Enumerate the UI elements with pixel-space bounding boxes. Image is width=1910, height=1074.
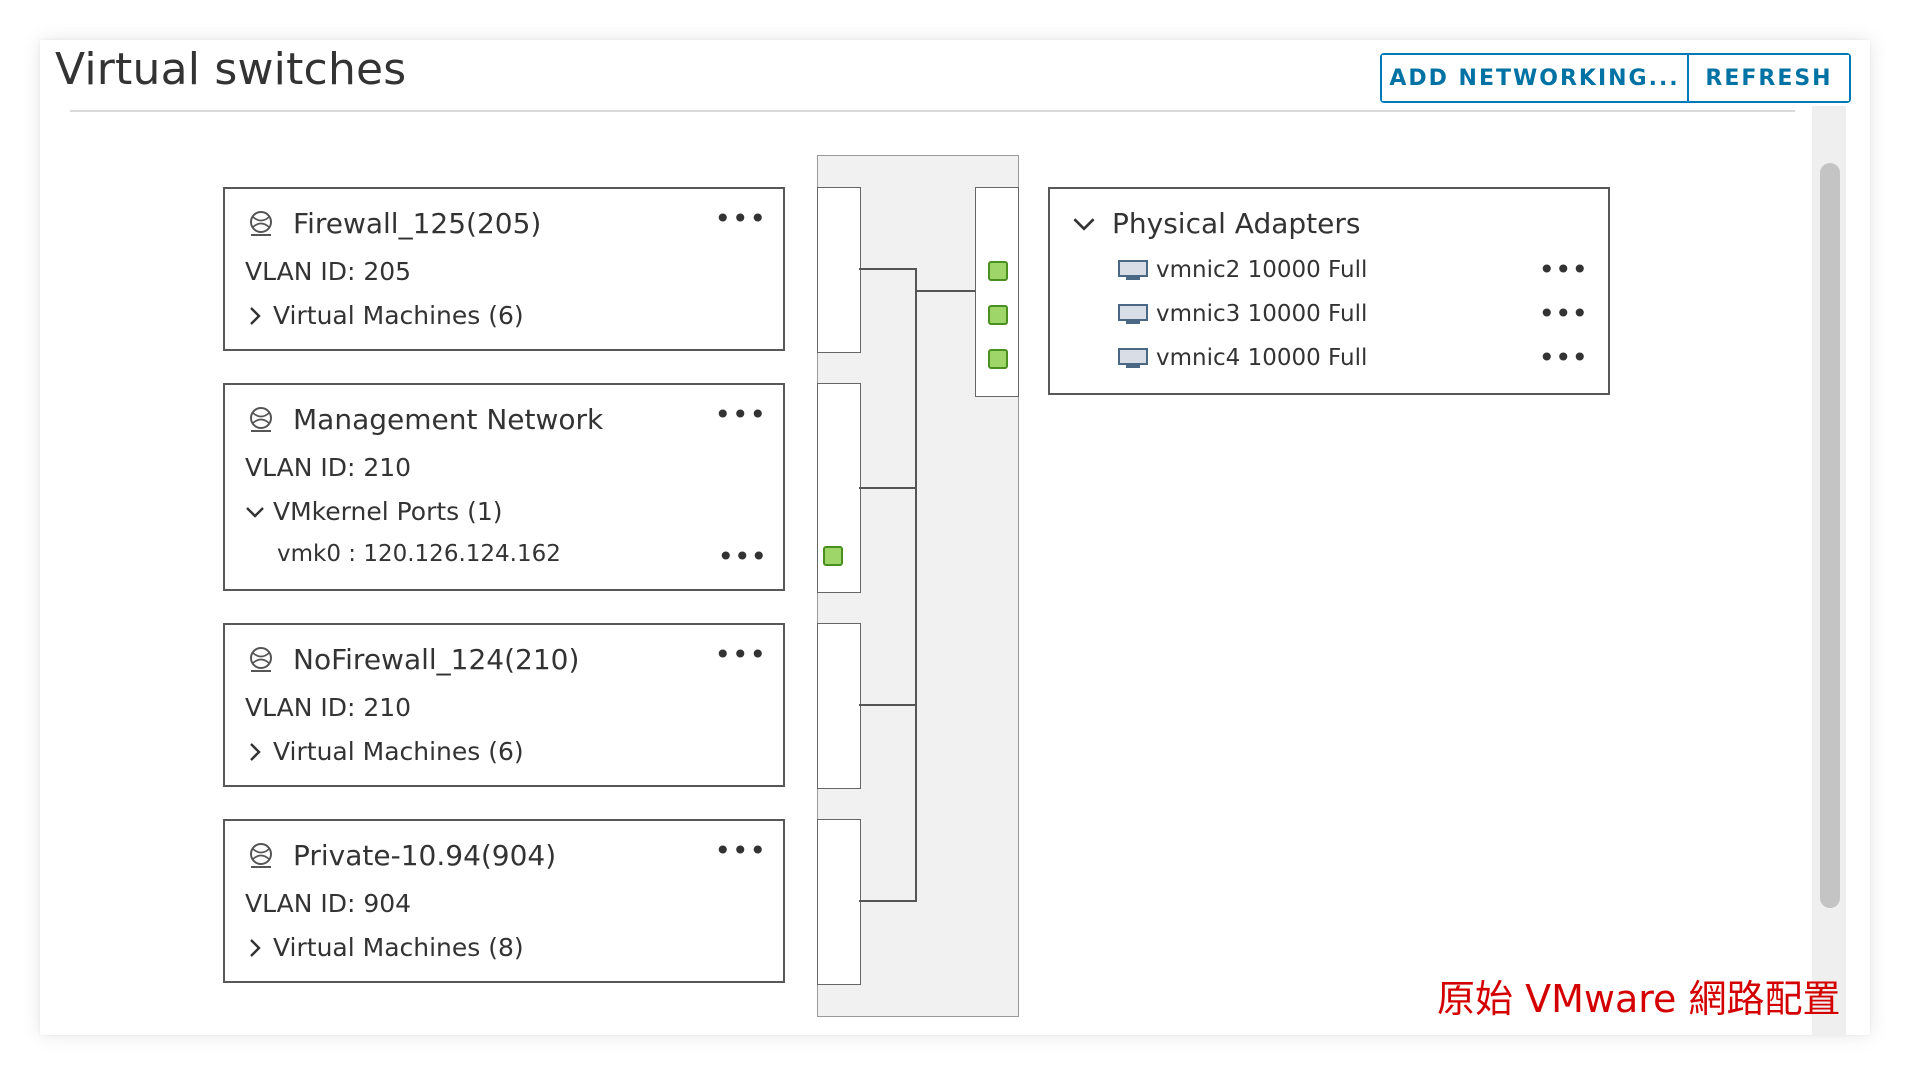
- vmk-more-actions-button[interactable]: •••: [717, 543, 767, 571]
- chevron-down-icon: [1073, 217, 1095, 231]
- network-globe-icon: [250, 842, 272, 868]
- port-icon: [823, 546, 843, 566]
- port-group-title: NoFirewall_124(210): [247, 643, 579, 676]
- more-actions-button[interactable]: •••: [714, 641, 767, 669]
- expander-label: Virtual Machines (6): [273, 301, 524, 330]
- more-actions-button[interactable]: •••: [714, 205, 767, 233]
- network-globe-icon: [250, 646, 272, 672]
- port-group-name: Management Network: [293, 403, 604, 436]
- uplink-line: [915, 290, 975, 292]
- port-group-connector: [817, 187, 861, 353]
- port-group-title: Management Network: [247, 403, 603, 436]
- connector-line: [859, 487, 917, 489]
- virtual-machines-expander[interactable]: Virtual Machines (6): [245, 301, 524, 330]
- chevron-down-icon: [246, 506, 264, 518]
- port-icon: [988, 261, 1008, 281]
- physical-adapters-toggle[interactable]: Physical Adapters: [1072, 207, 1360, 240]
- port-group-connector: [817, 623, 861, 789]
- more-actions-button[interactable]: •••: [714, 837, 767, 865]
- virtual-machines-expander[interactable]: Virtual Machines (8): [245, 933, 524, 962]
- virtual-machines-expander[interactable]: Virtual Machines (6): [245, 737, 524, 766]
- vmkernel-ports-expander[interactable]: VMkernel Ports (1): [245, 497, 503, 526]
- scrollbar-thumb[interactable]: [1820, 163, 1840, 908]
- expander-label: Virtual Machines (6): [273, 737, 524, 766]
- port-group-title: Private-10.94(904): [247, 839, 556, 872]
- chevron-right-icon: [250, 938, 261, 957]
- chevron-right-icon: [250, 742, 261, 761]
- vlan-id: VLAN ID: 210: [245, 453, 412, 482]
- connector-line: [859, 704, 917, 706]
- physical-adapters-card: Physical Adapters vmnic2 10000 Full ••• …: [1048, 187, 1610, 395]
- adapter-more-actions-button[interactable]: •••: [1538, 300, 1588, 328]
- toolbar: ADD NETWORKING... REFRESH: [1380, 53, 1851, 103]
- more-actions-button[interactable]: •••: [714, 401, 767, 429]
- add-networking-button[interactable]: ADD NETWORKING...: [1382, 55, 1689, 101]
- port-group-connector: [817, 819, 861, 985]
- network-adapter-icon: [1118, 304, 1148, 324]
- port-group-card: Management Network ••• VLAN ID: 210 VMke…: [223, 383, 785, 591]
- physical-adapter-item[interactable]: vmnic3 10000 Full •••: [1118, 300, 1588, 328]
- refresh-button[interactable]: REFRESH: [1689, 55, 1849, 101]
- adapter-label: vmnic2 10000 Full: [1156, 257, 1368, 283]
- network-globe-icon: [250, 210, 272, 236]
- adapter-label: vmnic3 10000 Full: [1156, 301, 1368, 327]
- chevron-right-icon: [250, 306, 261, 325]
- port-group-name: Firewall_125(205): [293, 207, 542, 240]
- port-group-card: Private-10.94(904) ••• VLAN ID: 904 Virt…: [223, 819, 785, 983]
- port-group-card: Firewall_125(205) ••• VLAN ID: 205 Virtu…: [223, 187, 785, 351]
- network-globe-icon: [250, 406, 272, 432]
- port-group-card: NoFirewall_124(210) ••• VLAN ID: 210 Vir…: [223, 623, 785, 787]
- vlan-id: VLAN ID: 904: [245, 889, 412, 918]
- adapter-more-actions-button[interactable]: •••: [1538, 256, 1588, 284]
- caption-text: 原始 VMware 網路配置: [1437, 977, 1841, 1021]
- connector-trunk: [915, 268, 917, 902]
- header-divider: [70, 110, 1795, 112]
- vmkernel-port-item: vmk0 : 120.126.124.162: [277, 541, 561, 567]
- expander-label: Virtual Machines (8): [273, 933, 524, 962]
- physical-adapters-title: Physical Adapters: [1112, 207, 1361, 240]
- physical-adapter-item[interactable]: vmnic4 10000 Full •••: [1118, 344, 1588, 372]
- physical-adapter-item[interactable]: vmnic2 10000 Full •••: [1118, 256, 1588, 284]
- page-title: Virtual switches: [55, 44, 407, 95]
- network-adapter-icon: [1118, 348, 1148, 368]
- adapter-label: vmnic4 10000 Full: [1156, 345, 1368, 371]
- network-adapter-icon: [1118, 260, 1148, 280]
- port-icon: [988, 305, 1008, 325]
- port-group-title: Firewall_125(205): [247, 207, 541, 240]
- port-group-name: Private-10.94(904): [293, 839, 557, 872]
- vlan-id: VLAN ID: 210: [245, 693, 412, 722]
- port-group-name: NoFirewall_124(210): [293, 643, 580, 676]
- connector-line: [859, 900, 917, 902]
- adapter-more-actions-button[interactable]: •••: [1538, 344, 1588, 372]
- vlan-id: VLAN ID: 205: [245, 257, 412, 286]
- connector-line: [859, 268, 917, 270]
- port-icon: [988, 349, 1008, 369]
- expander-label: VMkernel Ports (1): [273, 497, 503, 526]
